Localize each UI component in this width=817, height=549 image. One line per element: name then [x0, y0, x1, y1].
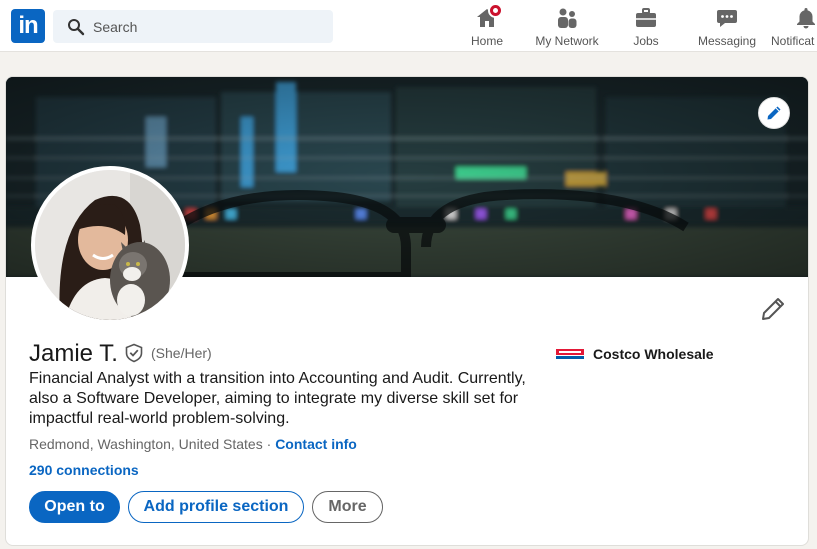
nav-home-label: Home: [470, 34, 503, 48]
messaging-icon: [715, 6, 739, 30]
contact-info-link[interactable]: Contact info: [275, 436, 357, 452]
add-profile-section-button[interactable]: Add profile section: [128, 491, 304, 523]
pencil-icon: [767, 106, 781, 120]
pronouns: (She/Her): [151, 345, 212, 361]
briefcase-icon: [634, 6, 658, 30]
nav-jobs[interactable]: Jobs: [622, 4, 670, 48]
top-nav-bar: in Home My Network Jobs Messaging: [0, 0, 817, 52]
profile-card: Jamie T. (She/Her) Costco Wholesale Fina…: [5, 76, 809, 546]
nav-jobs-label: Jobs: [633, 34, 659, 48]
location-text: Redmond, Washington, United States: [29, 436, 263, 452]
nav-notifications-label: Notificat: [771, 34, 815, 48]
profile-photo: [35, 170, 185, 320]
more-button[interactable]: More: [312, 491, 383, 523]
network-icon: [555, 6, 579, 30]
location-separator: ·: [262, 436, 276, 452]
bell-icon: [794, 6, 817, 30]
search-icon: [68, 19, 85, 36]
profile-name: Jamie T.: [29, 340, 118, 367]
search-input[interactable]: [93, 10, 323, 43]
nav-notifications[interactable]: Notificat: [770, 4, 817, 48]
costco-logo: [556, 348, 584, 360]
linkedin-logo[interactable]: in: [11, 9, 45, 43]
edit-banner-button[interactable]: [758, 97, 790, 129]
home-icon: [475, 3, 503, 30]
connections-link[interactable]: 290 connections: [29, 462, 139, 478]
nav-messaging[interactable]: Messaging: [692, 4, 762, 48]
edit-intro-pencil-icon[interactable]: [760, 296, 786, 322]
nav-home[interactable]: Home: [463, 3, 511, 48]
verified-shield-icon[interactable]: [124, 343, 144, 363]
profile-headline: Financial Analyst with a transition into…: [29, 370, 526, 427]
company-name: Costco Wholesale: [593, 346, 714, 362]
notification-badge: [488, 3, 503, 18]
profile-avatar[interactable]: [31, 166, 189, 324]
nav-my-network-label: My Network: [535, 34, 599, 48]
nav-messaging-label: Messaging: [697, 34, 757, 48]
nav-my-network[interactable]: My Network: [527, 4, 607, 48]
search-box[interactable]: [53, 10, 333, 43]
location-line: Redmond, Washington, United States · Con…: [29, 436, 357, 452]
open-to-button[interactable]: Open to: [29, 491, 120, 523]
